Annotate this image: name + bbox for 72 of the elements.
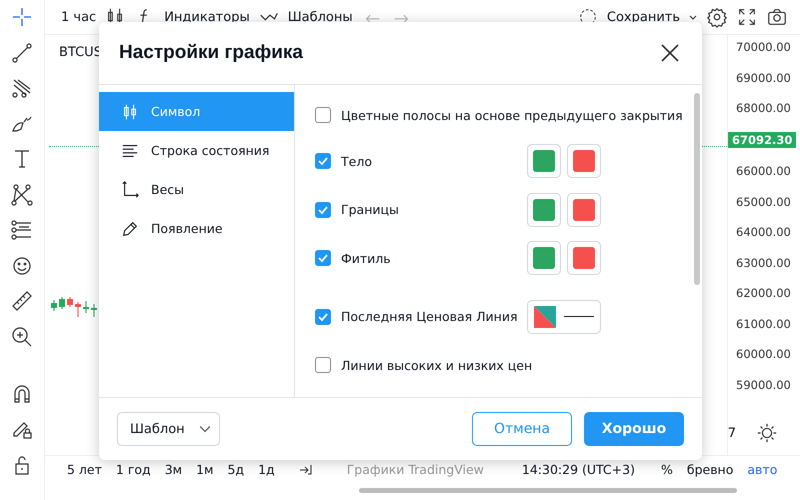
zoom-in-icon[interactable] <box>10 324 34 348</box>
dialog-title: Настройки графика <box>119 42 303 64</box>
axes-icon <box>121 180 139 198</box>
price-label: 70000.00 <box>735 40 792 54</box>
settings-icon[interactable] <box>706 6 728 28</box>
option-label: Тело <box>341 154 372 169</box>
check-icon <box>317 204 329 216</box>
price-label: 61000.00 <box>735 316 792 330</box>
log-button[interactable]: бревно <box>686 462 734 476</box>
pencil-icon <box>121 220 139 238</box>
split-color-chip <box>534 306 556 328</box>
camera-icon[interactable] <box>766 6 788 28</box>
crosshair-icon[interactable] <box>10 5 34 29</box>
settings-tab[interactable]: Весы <box>99 170 294 209</box>
range-button[interactable]: 1д <box>258 462 275 476</box>
range-button[interactable]: 3м <box>164 462 182 476</box>
sliders-icon[interactable] <box>10 218 34 242</box>
color-swatch[interactable] <box>527 144 561 178</box>
color-swatch[interactable] <box>567 241 601 276</box>
scrollbar-thumb[interactable] <box>694 93 700 285</box>
checkbox[interactable] <box>315 107 331 123</box>
color-swatch[interactable] <box>527 241 561 276</box>
check-icon <box>317 155 329 168</box>
line-style-picker[interactable] <box>527 300 601 334</box>
ruler-icon[interactable] <box>10 289 34 313</box>
percent-button[interactable]: % <box>660 462 673 476</box>
price-label: 65000.00 <box>735 194 792 208</box>
range-label: 7 <box>728 426 736 440</box>
option-label: Границы <box>341 202 399 218</box>
color-swatch[interactable] <box>527 192 561 227</box>
option-label: Последняя Ценовая Линия <box>341 309 518 324</box>
auto-button[interactable]: авто <box>747 462 778 476</box>
templates-button[interactable]: Шаблоны <box>288 10 353 24</box>
brand-label: Графики TradingView <box>346 462 484 476</box>
last-price-badge: 67092.30 <box>728 132 796 148</box>
check-icon <box>317 252 329 264</box>
check-icon <box>317 310 329 323</box>
time-label: 14:30:29 (UTC+3) <box>522 462 635 476</box>
save-button[interactable]: Сохранить <box>606 10 680 24</box>
price-label: 59000.00 <box>735 378 792 392</box>
sun-icon[interactable] <box>756 422 778 444</box>
indicators-button[interactable]: Индикаторы <box>164 10 250 24</box>
price-label: 64000.00 <box>735 225 792 239</box>
checkbox[interactable] <box>315 153 331 170</box>
option-label: Фитиль <box>341 250 391 266</box>
checkbox[interactable] <box>315 202 331 218</box>
fullscreen-icon[interactable] <box>736 6 758 28</box>
price-label: 63000.00 <box>735 256 792 270</box>
checkbox[interactable] <box>315 250 331 266</box>
template-dropdown[interactable]: Шаблон <box>117 412 220 446</box>
candles-icon <box>121 102 139 120</box>
pattern-icon[interactable] <box>10 182 34 206</box>
price-label: 60000.00 <box>735 347 792 361</box>
checkbox[interactable] <box>315 308 331 325</box>
option-label: Линии высоких и низких цен <box>341 358 532 373</box>
checkbox[interactable] <box>315 357 331 374</box>
price-label: 66000.00 <box>735 164 792 178</box>
settings-tab[interactable]: Строка состояния <box>99 131 294 170</box>
color-swatch[interactable] <box>567 192 601 227</box>
trend-line-icon[interactable] <box>10 40 34 64</box>
color-swatch[interactable] <box>567 144 601 178</box>
settings-tab[interactable]: Появление <box>99 209 294 248</box>
range-button[interactable]: 5 лет <box>67 462 102 476</box>
range-button[interactable]: 1м <box>196 462 214 476</box>
range-button[interactable]: 1 год <box>116 462 151 476</box>
interval-button[interactable]: 1 час <box>61 10 96 24</box>
price-label: 62000.00 <box>735 286 792 300</box>
price-label: 69000.00 <box>735 70 792 84</box>
scrollbar-thumb[interactable] <box>359 488 737 493</box>
range-button[interactable]: 5д <box>227 462 244 476</box>
option-label: Цветные полосы на основе предыдущего закрытия <box>341 108 683 122</box>
price-label: 68000.00 <box>735 101 792 115</box>
